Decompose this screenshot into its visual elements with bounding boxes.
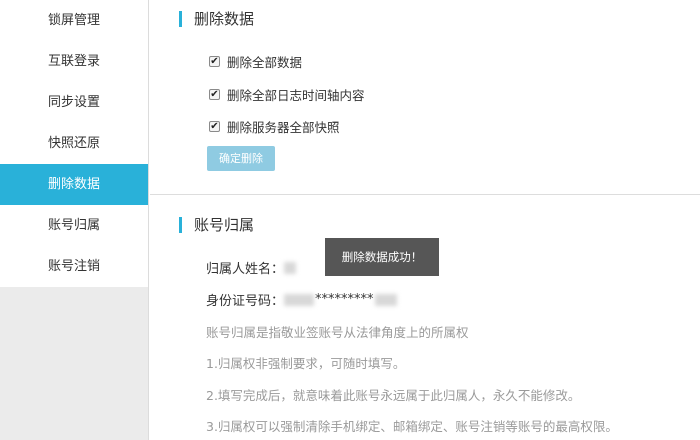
sidebar-item-snapshot-restore[interactable]: 快照还原 [0,123,148,164]
confirm-delete-button[interactable]: 确定删除 [207,146,275,171]
option-label: 删除全部数据 [227,55,303,70]
sidebar-menu: 锁屏管理 互联登录 同步设置 快照还原 删除数据 账号归属 账号注销 [0,0,148,287]
delete-section-title: 删除数据 [179,11,254,27]
main-panel: 删除数据 ✔ 删除全部数据 ✔ 删除全部日志时间轴内容 ✔ 删除服务器全部快照 … [150,0,700,440]
id-number-redacted-start [284,293,315,306]
sidebar: 锁屏管理 互联登录 同步设置 快照还原 删除数据 账号归属 账号注销 [0,0,149,440]
ownership-note: 1.归属权非强制要求，可随时填写。 [206,356,406,371]
ownership-section-title: 账号归属 [179,217,254,233]
ownership-note: 3.归属权可以强制清除手机绑定、邮箱绑定、账号注销等账号的最高权限。 [206,419,618,434]
id-number-label: 身份证号码： [206,294,285,309]
option-label: 删除全部日志时间轴内容 [227,88,365,103]
id-number-masked: ********* [315,292,374,307]
checkbox[interactable]: ✔ [209,89,220,100]
sidebar-item-sync-settings[interactable]: 同步设置 [0,82,148,123]
checkbox[interactable]: ✔ [209,121,220,132]
delete-all-data-option[interactable]: ✔ 删除全部数据 [209,52,302,71]
sidebar-item-account-cancel[interactable]: 账号注销 [0,246,148,287]
sidebar-item-delete-data[interactable]: 删除数据 [0,164,148,205]
delete-server-snapshots-option[interactable]: ✔ 删除服务器全部快照 [209,117,340,136]
owner-name-value-redacted [284,261,297,274]
owner-name-field: 归属人姓名： [206,258,297,277]
owner-name-label: 归属人姓名： [206,262,285,277]
sidebar-item-account-ownership[interactable]: 账号归属 [0,205,148,246]
option-label: 删除服务器全部快照 [227,120,340,135]
id-number-redacted-end [374,293,397,306]
sidebar-item-connected-login[interactable]: 互联登录 [0,41,148,82]
ownership-note: 账号归属是指敬业签账号从法律角度上的所属权 [206,325,469,340]
ownership-note: 2.填写完成后，就意味着此账号永远属于此归属人，永久不能修改。 [206,388,581,403]
section-divider [150,194,700,195]
sidebar-item-lock-screen[interactable]: 锁屏管理 [0,0,148,41]
id-number-field: 身份证号码： ********* [206,290,397,309]
checkbox[interactable]: ✔ [209,56,220,67]
delete-timeline-option[interactable]: ✔ 删除全部日志时间轴内容 [209,85,365,104]
success-toast: 删除数据成功！ [325,238,439,276]
